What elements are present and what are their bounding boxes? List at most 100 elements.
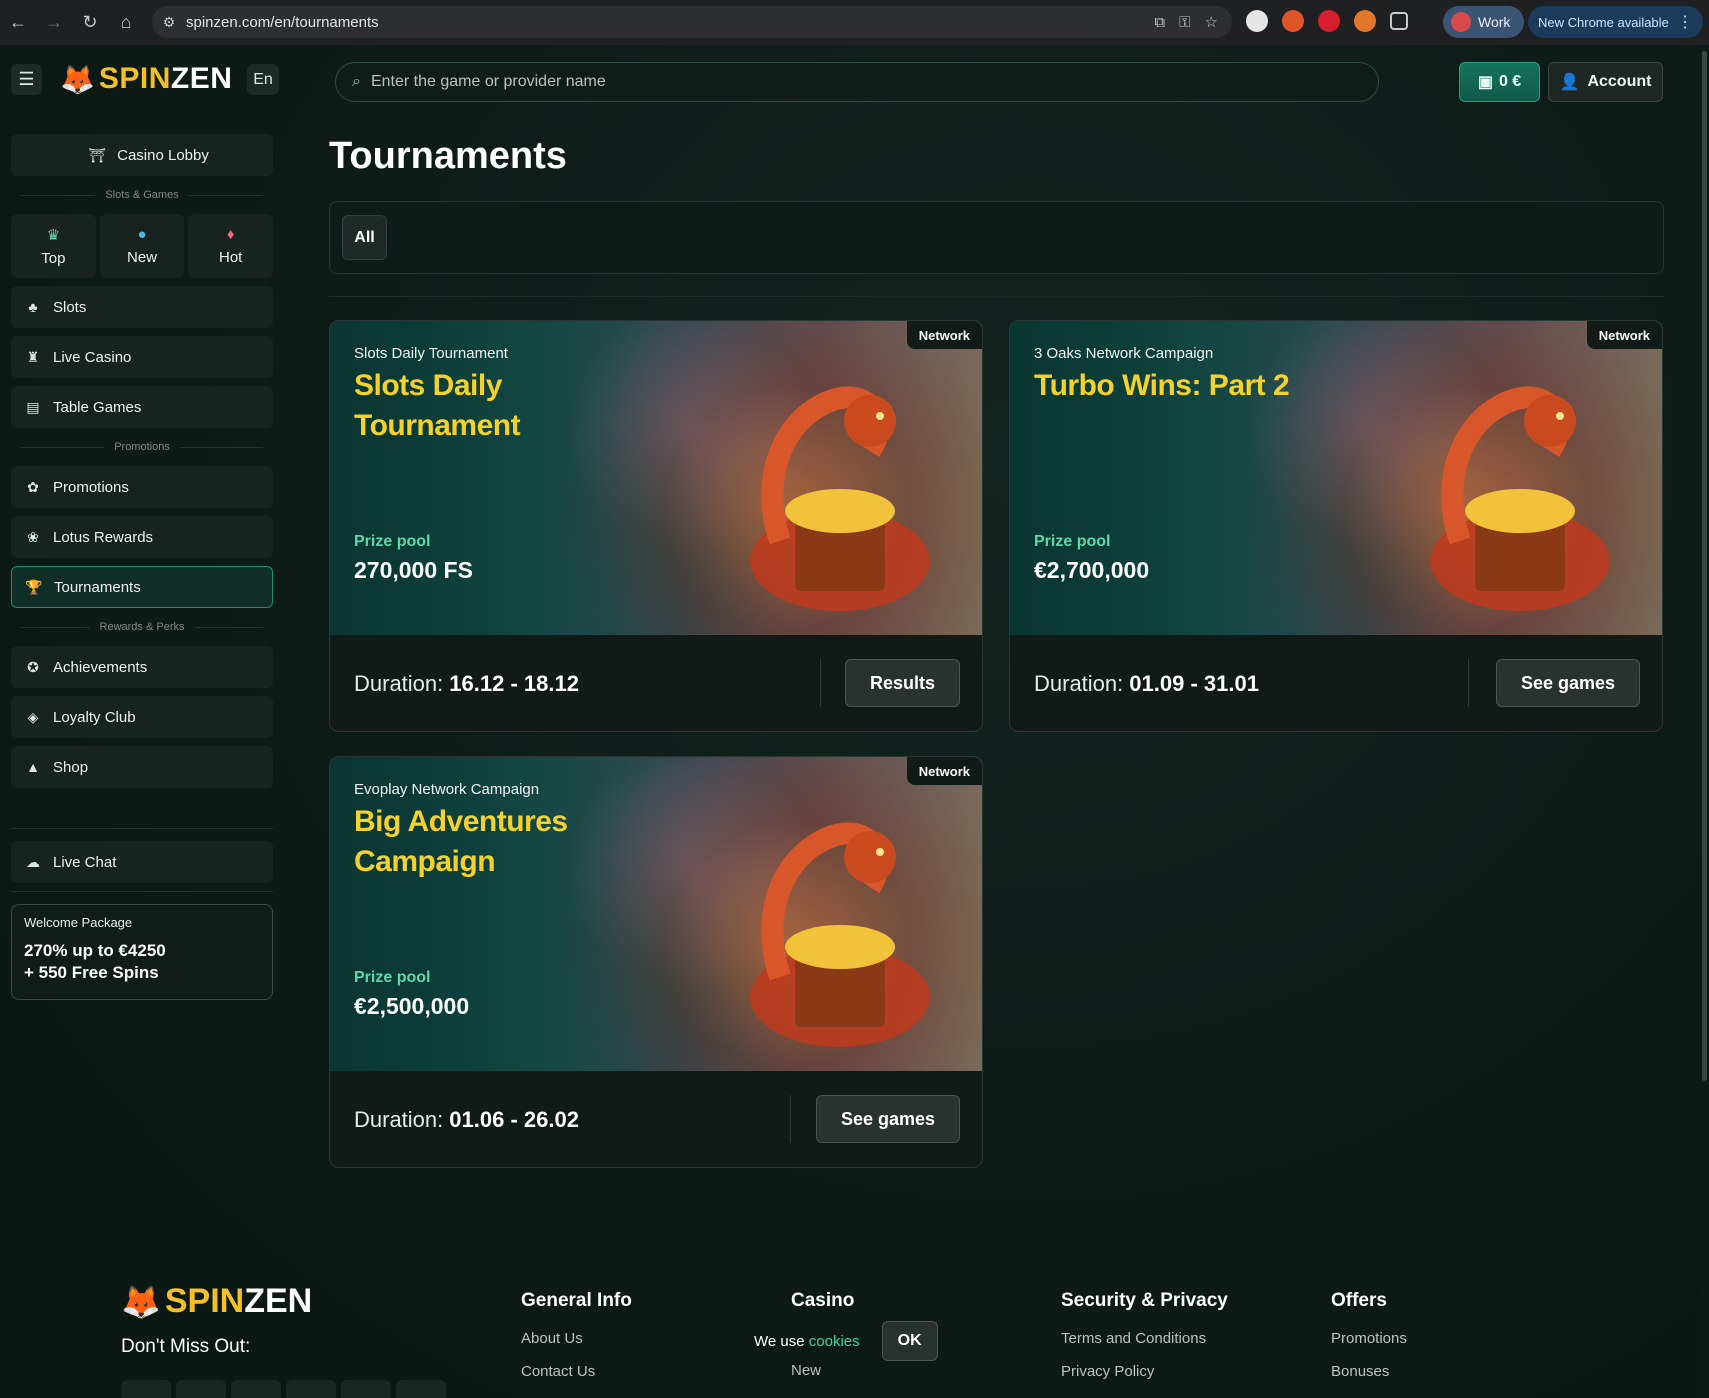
password-key-icon[interactable]: ⚿ — [1179, 14, 1190, 31]
quick-filter-label: Hot — [219, 249, 243, 266]
extension-4-icon[interactable] — [1354, 10, 1376, 32]
cookie-ok-button[interactable]: OK — [881, 1321, 938, 1361]
logo-text-spin: SPIN — [164, 1282, 245, 1320]
footer-link-privacy[interactable]: Privacy Policy — [1061, 1363, 1228, 1380]
language-selector[interactable]: En — [247, 64, 279, 95]
reload-icon[interactable]: ↻ — [72, 0, 108, 45]
medal-icon: ✪ — [27, 658, 39, 675]
quick-filter-hot[interactable]: ♦ Hot — [188, 214, 274, 278]
search-bar[interactable]: ⌕ — [335, 62, 1379, 102]
tournament-subtitle: Evoplay Network Campaign — [354, 781, 540, 798]
footer-link-bonuses[interactable]: Bonuses — [1331, 1363, 1407, 1380]
footer-link-promotions[interactable]: Promotions — [1331, 1330, 1407, 1347]
sidebar-item-live-chat[interactable]: ☁ Live Chat — [11, 841, 273, 883]
social-link-3-icon[interactable] — [231, 1380, 281, 1398]
social-link-4-icon[interactable] — [286, 1380, 336, 1398]
scrollbar-thumb[interactable] — [1702, 51, 1707, 1081]
wallet-button[interactable]: ▣ 0 € — [1459, 62, 1540, 102]
prize-pool-value: €2,700,000 — [1034, 557, 1150, 583]
sidebar-item-promotions[interactable]: ✿ Promotions — [11, 466, 273, 508]
sidebar-item-shop[interactable]: ▲ Shop — [11, 746, 273, 788]
page: ☰ 🦊 SPINZEN En ⌕ ▣ 0 € 👤 Account ⛩ Casin… — [0, 45, 1709, 1398]
divider — [1468, 659, 1469, 707]
tournament-card-footer: Duration: 01.06 - 26.02 See games — [330, 1071, 982, 1167]
cookie-link[interactable]: cookies — [809, 1333, 860, 1350]
tournament-name: Big Adventures Campaign — [354, 805, 568, 878]
sidebar-item-lotus-rewards[interactable]: ❀ Lotus Rewards — [11, 516, 273, 558]
quick-filter-top[interactable]: ♛ Top — [11, 214, 96, 278]
sidebar-item-slots[interactable]: ♣ Slots — [11, 286, 273, 328]
fox-logo-icon: 🦊 — [60, 63, 95, 95]
footer-link-new[interactable]: New — [791, 1362, 821, 1379]
search-input[interactable] — [370, 73, 1271, 91]
avatar — [1451, 12, 1471, 32]
home-icon[interactable]: ⌂ — [108, 0, 144, 45]
sidebar-item-label: Casino Lobby — [117, 146, 209, 164]
sidebar-item-casino-lobby[interactable]: ⛩ Casino Lobby — [11, 134, 273, 176]
results-button[interactable]: Results — [844, 659, 960, 707]
sidebar-item-table-games[interactable]: ▤ Table Games — [11, 386, 273, 428]
install-icon[interactable]: ⧉ — [1154, 14, 1165, 31]
footer-heading: Casino — [791, 1290, 855, 1311]
profile-chip[interactable]: Work — [1443, 6, 1524, 38]
footer-heading: Offers — [1331, 1290, 1387, 1311]
extension-3-icon[interactable] — [1318, 10, 1340, 32]
menu-hamburger-icon[interactable]: ☰ — [11, 64, 42, 95]
sidebar-item-label: Tournaments — [54, 578, 141, 596]
extension-1-icon[interactable] — [1246, 10, 1268, 32]
divider — [790, 1095, 791, 1143]
quick-filter-new[interactable]: ● New — [99, 214, 185, 278]
sidebar: ⛩ Casino Lobby Slots & Games ♛ Top ● New… — [11, 134, 274, 1000]
tournament-card[interactable]: Network 3 Oaks Network Campaign Turbo Wi… — [1009, 320, 1663, 732]
footer-logo[interactable]: 🦊 SPINZEN — [121, 1282, 312, 1321]
account-button[interactable]: 👤 Account — [1548, 62, 1663, 102]
back-icon[interactable]: ← — [0, 0, 36, 45]
crown-icon: ♛ — [46, 226, 61, 244]
divider — [11, 891, 273, 892]
update-chip[interactable]: New Chrome available ⋮ — [1528, 6, 1703, 38]
tournament-card-footer: Duration: 16.12 - 18.12 Results — [330, 635, 982, 731]
footer-link-contact[interactable]: Contact Us — [521, 1363, 632, 1380]
sidebar-item-label: Live Casino — [53, 348, 132, 366]
footer-link-terms[interactable]: Terms and Conditions — [1061, 1330, 1228, 1347]
extensions-bar — [1246, 10, 1408, 32]
extension-2-icon[interactable] — [1282, 10, 1304, 32]
quick-filters: ♛ Top ● New ♦ Hot — [11, 214, 274, 278]
welcome-package-banner[interactable]: Welcome Package 270% up to €4250 + 550 F… — [11, 904, 273, 1000]
duration-value: 01.09 - 31.01 — [1129, 671, 1259, 696]
menu-kebab-icon[interactable]: ⋮ — [1677, 12, 1693, 32]
sidebar-item-loyalty-club[interactable]: ◈ Loyalty Club — [11, 696, 273, 738]
prize-pool-value: 270,000 FS — [354, 557, 473, 583]
sidebar-item-live-casino[interactable]: ♜ Live Casino — [11, 336, 273, 378]
bookmark-star-icon[interactable]: ☆ — [1205, 13, 1218, 31]
temple-icon: ⛩ — [88, 146, 107, 163]
social-link-5-icon[interactable] — [341, 1380, 391, 1398]
address-bar[interactable]: ⚙ spinzen.com/en/tournaments ⧉ ⚿ ☆ — [152, 6, 1232, 38]
cookie-banner: We use cookies OK — [754, 1321, 938, 1361]
tournament-grid: Network Slots Daily Tournament Slots Dai… — [329, 320, 1664, 1170]
forward-icon[interactable]: → — [36, 0, 72, 45]
social-link-6-icon[interactable] — [396, 1380, 446, 1398]
sidebar-item-achievements[interactable]: ✪ Achievements — [11, 646, 273, 688]
sidebar-item-tournaments[interactable]: 🏆 Tournaments — [11, 566, 273, 608]
extensions-puzzle-icon[interactable] — [1390, 12, 1408, 30]
filter-all-button[interactable]: All — [342, 215, 387, 260]
see-games-button[interactable]: See games — [815, 1095, 960, 1143]
footer-link-about[interactable]: About Us — [521, 1330, 632, 1347]
site-logo[interactable]: 🦊 SPINZEN — [60, 62, 232, 96]
logo-text-zen: ZEN — [244, 1282, 313, 1320]
social-link-1-icon[interactable] — [121, 1380, 171, 1398]
tournament-card[interactable]: Network Slots Daily Tournament Slots Dai… — [329, 320, 983, 732]
chat-icon: ☁ — [26, 853, 40, 870]
balance-text: 0 € — [1498, 73, 1522, 90]
page-scrollbar[interactable] — [1700, 45, 1709, 1398]
site-settings-icon[interactable]: ⚙ — [152, 14, 186, 31]
divider — [329, 296, 1664, 297]
network-badge: Network — [1586, 321, 1662, 349]
prize-pool-label: Prize pool — [354, 533, 431, 550]
social-link-2-icon[interactable] — [176, 1380, 226, 1398]
duration-value: 16.12 - 18.12 — [449, 671, 579, 696]
gift-icon: ✿ — [27, 478, 39, 495]
see-games-button[interactable]: See games — [1495, 659, 1640, 707]
tournament-card[interactable]: Network Evoplay Network Campaign Big Adv… — [329, 756, 983, 1168]
